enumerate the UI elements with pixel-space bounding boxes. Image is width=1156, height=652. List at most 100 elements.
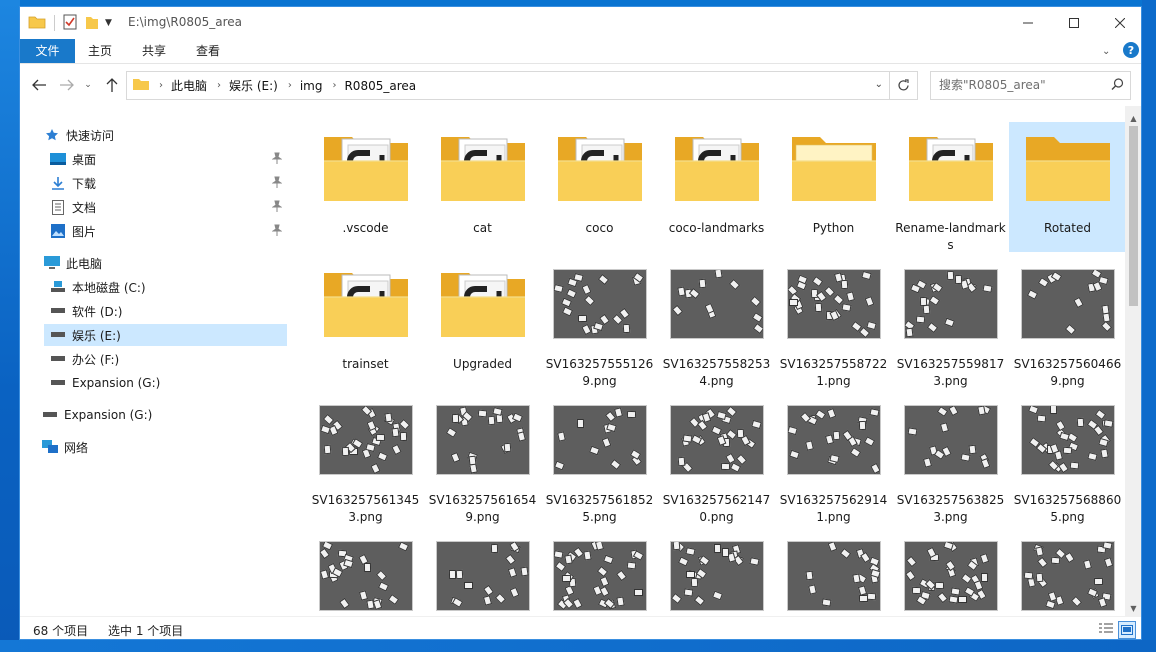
file-item-image[interactable]: SV1632575638253.png xyxy=(892,394,1009,524)
nav-drive-e[interactable]: 娱乐 (E:) xyxy=(44,324,287,346)
nav-item-pictures[interactable]: 图片 xyxy=(50,220,287,242)
file-name: SV1632575616549.png xyxy=(428,493,537,524)
folder-icon[interactable] xyxy=(28,15,46,32)
file-item-image[interactable] xyxy=(424,530,541,616)
file-item-folder[interactable]: cat xyxy=(424,122,541,252)
nav-drive-g[interactable]: Expansion (G:) xyxy=(50,372,287,394)
pin-icon[interactable] xyxy=(271,152,283,167)
file-item-image[interactable] xyxy=(1009,530,1125,616)
component-chip xyxy=(967,444,977,455)
nav-expansion-drive[interactable]: Expansion (G:) xyxy=(42,404,282,426)
tab-home[interactable]: 主页 xyxy=(80,39,120,63)
file-item-image[interactable]: SV1632575618525.png xyxy=(541,394,658,524)
pin-icon[interactable] xyxy=(271,176,283,191)
breadcrumb-drive-e[interactable]: 娱乐 (E:) xyxy=(229,77,278,94)
file-item-image[interactable]: SV1632575551269.png xyxy=(541,258,658,388)
file-item-folder[interactable]: coco xyxy=(541,122,658,252)
file-item-image[interactable]: SV1632575616549.png xyxy=(424,394,541,524)
component-chip xyxy=(869,462,880,474)
file-item-image[interactable]: SV1632575604669.png xyxy=(1009,258,1125,388)
breadcrumb-separator[interactable]: › xyxy=(217,80,221,91)
file-item-image[interactable]: SV1632575688605.png xyxy=(1009,394,1125,524)
details-view-button[interactable] xyxy=(1098,621,1114,637)
properties-icon[interactable] xyxy=(63,14,77,33)
nav-this-pc[interactable]: 此电脑 xyxy=(44,252,274,274)
search-input[interactable] xyxy=(937,77,1101,93)
nav-drive-c[interactable]: 本地磁盘 (C:) xyxy=(50,276,287,298)
nav-drive-d[interactable]: 软件 (D:) xyxy=(50,300,287,322)
file-item-folder[interactable]: Python xyxy=(775,122,892,252)
component-chip xyxy=(865,320,877,331)
file-item-folder[interactable]: Rename-landmarks xyxy=(892,122,1009,252)
file-item-image[interactable]: SV1632575587221.png xyxy=(775,258,892,388)
file-item-image[interactable] xyxy=(892,530,1009,616)
forward-button[interactable] xyxy=(57,75,77,95)
file-item-image[interactable] xyxy=(307,530,424,616)
refresh-button[interactable] xyxy=(890,71,918,100)
component-chip xyxy=(369,462,381,474)
folder-icon xyxy=(892,122,1009,214)
search-box[interactable] xyxy=(930,71,1131,100)
nav-item-desktop[interactable]: 桌面 xyxy=(50,148,287,170)
breadcrumb-separator[interactable]: › xyxy=(332,80,336,91)
recent-locations-button[interactable]: ⌄ xyxy=(82,75,94,95)
file-item-image[interactable]: SV1632575582534.png xyxy=(658,258,775,388)
file-item-folder[interactable]: Rotated xyxy=(1009,122,1125,252)
nav-network[interactable]: 网络 xyxy=(42,436,282,458)
file-item-folder[interactable]: coco-landmarks xyxy=(658,122,775,252)
file-item-image[interactable]: SV1632575629141.png xyxy=(775,394,892,524)
nav-drive-f[interactable]: 办公 (F:) xyxy=(50,348,287,370)
breadcrumb-separator[interactable]: › xyxy=(159,80,163,91)
back-button[interactable] xyxy=(29,75,49,95)
file-item-image[interactable]: SV1632575621470.png xyxy=(658,394,775,524)
tab-share[interactable]: 共享 xyxy=(134,39,174,63)
file-item-image[interactable]: SV1632575613453.png xyxy=(307,394,424,524)
tab-view[interactable]: 查看 xyxy=(188,39,228,63)
component-chip xyxy=(561,574,571,583)
help-icon[interactable]: ? xyxy=(1122,41,1140,62)
component-chip xyxy=(482,584,494,597)
minimize-button[interactable] xyxy=(1005,7,1051,39)
file-item-folder[interactable]: .vscode xyxy=(307,122,424,252)
component-chip xyxy=(566,277,578,288)
breadcrumb-current[interactable]: R0805_area xyxy=(344,79,416,93)
component-chip xyxy=(864,296,874,307)
file-item-folder[interactable]: trainset xyxy=(307,258,424,388)
pin-icon[interactable] xyxy=(271,224,283,239)
file-name: SV1632575587221.png xyxy=(779,357,888,388)
nav-item-documents[interactable]: 文档 xyxy=(50,196,287,218)
scroll-thumb[interactable] xyxy=(1129,126,1138,306)
tab-file[interactable]: 文件 xyxy=(20,39,75,63)
file-item-folder[interactable]: Upgraded xyxy=(424,258,541,388)
search-icon[interactable] xyxy=(1111,78,1124,94)
new-folder-icon[interactable] xyxy=(85,14,99,33)
scroll-up-arrow[interactable]: ▲ xyxy=(1125,112,1141,124)
large-icons-view-button[interactable] xyxy=(1118,621,1136,639)
breadcrumb-this-pc[interactable]: 此电脑 xyxy=(171,77,207,94)
file-item-image[interactable] xyxy=(775,530,892,616)
thumbnail-preview xyxy=(670,406,763,474)
address-bar[interactable]: › 此电脑 › 娱乐 (E:) › img › R0805_area ⌄ xyxy=(126,71,890,100)
close-button[interactable] xyxy=(1097,7,1141,39)
breadcrumb-separator[interactable]: › xyxy=(288,80,292,91)
vertical-scrollbar[interactable]: ▲ ▼ xyxy=(1125,106,1141,616)
pin-icon[interactable] xyxy=(271,200,283,215)
component-chip xyxy=(553,284,564,293)
nav-quick-access[interactable]: 快速访问 xyxy=(44,124,274,146)
component-chip xyxy=(376,451,388,462)
expand-ribbon-icon[interactable]: ⌄ xyxy=(1102,46,1110,57)
download-icon xyxy=(50,175,66,191)
maximize-button[interactable] xyxy=(1051,7,1097,39)
file-item-image[interactable] xyxy=(658,530,775,616)
component-chip xyxy=(752,322,763,335)
scroll-down-arrow[interactable]: ▼ xyxy=(1125,602,1141,614)
component-chip xyxy=(1100,320,1112,333)
breadcrumb-img[interactable]: img xyxy=(300,79,323,93)
file-explorer-window: ▼ E:\img\R0805_area 文件 主页 共享 查看 ⌄ ? ⌄ › … xyxy=(19,6,1142,640)
file-item-image[interactable] xyxy=(541,530,658,616)
file-item-image[interactable]: SV1632575598173.png xyxy=(892,258,1009,388)
address-history-dropdown[interactable]: ⌄ xyxy=(875,79,883,90)
up-button[interactable] xyxy=(102,75,122,95)
nav-item-downloads[interactable]: 下载 xyxy=(50,172,287,194)
customize-toolbar-icon[interactable]: ▼ xyxy=(105,18,112,28)
